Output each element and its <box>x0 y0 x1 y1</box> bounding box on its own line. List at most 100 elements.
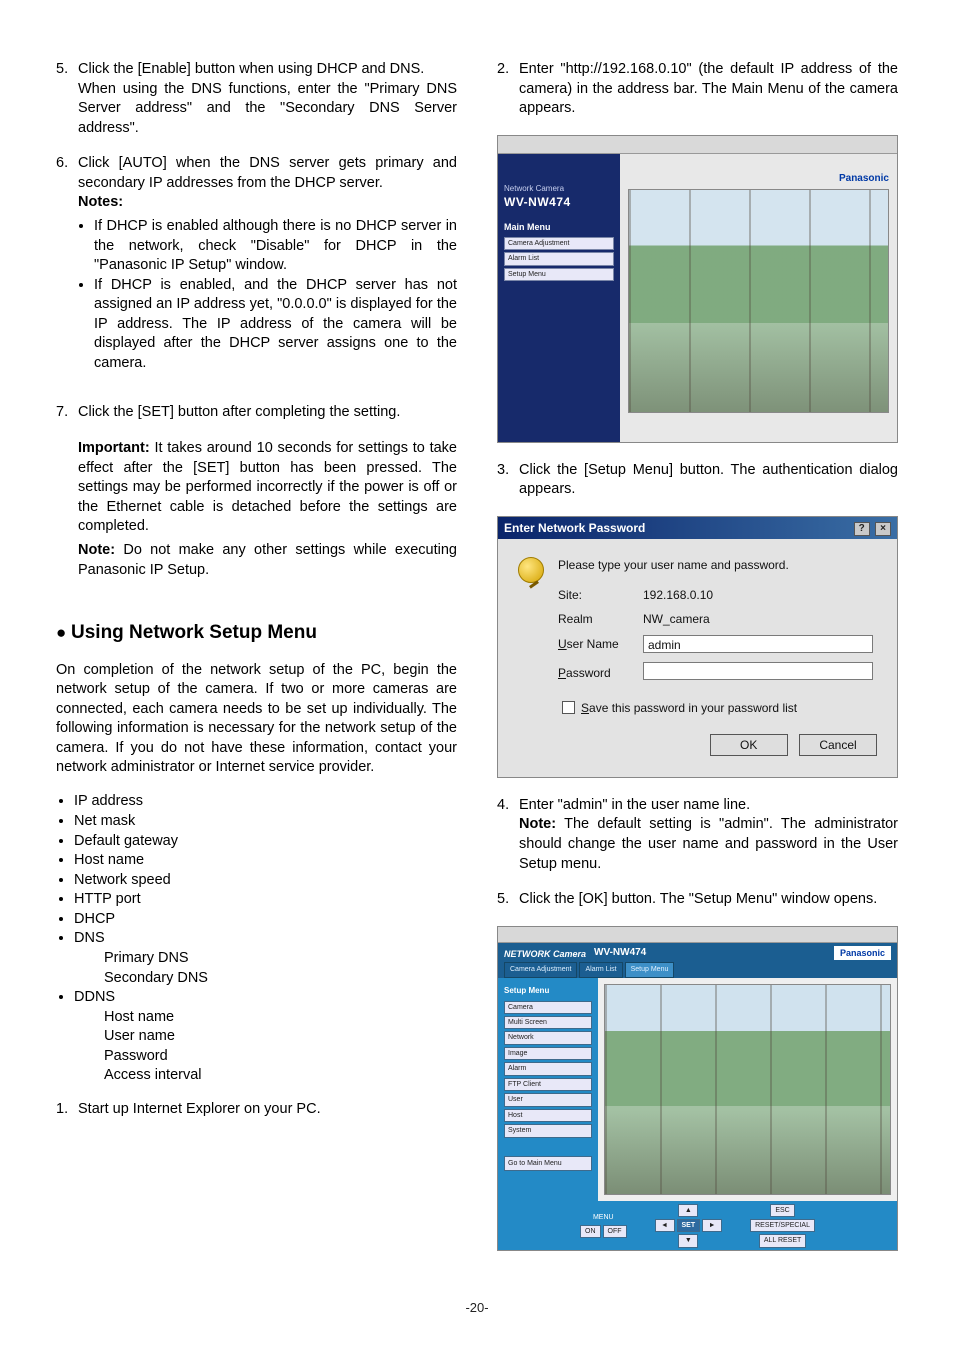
sidebar-btn-alarm-list[interactable]: Alarm List <box>504 252 614 265</box>
step-4-note-text: The default setting is "admin". The admi… <box>519 816 898 871</box>
req-ddns: DDNS Host name User name Password Access… <box>74 988 457 1086</box>
step-3-text: Click the [Setup Menu] button. The authe… <box>519 461 898 500</box>
ctrl-esc[interactable]: ESC <box>770 1204 794 1217</box>
password-input[interactable] <box>643 662 873 680</box>
sidebar-btn-setup-menu[interactable]: Setup Menu <box>504 268 614 281</box>
page-number: -20- <box>56 1299 898 1317</box>
important-label: Important: <box>78 440 150 456</box>
ctrl-on[interactable]: ON <box>580 1225 601 1238</box>
step-5-line-1: Click the [Enable] button when using DHC… <box>78 61 424 77</box>
step-4: 4. Enter "admin" in the user name line. … <box>497 796 898 874</box>
realm-value: NW_camera <box>643 607 877 631</box>
username-input[interactable]: admin <box>643 635 873 653</box>
req-ip: IP address <box>74 792 457 812</box>
section-heading-text: Using Network Setup Menu <box>71 622 317 643</box>
req-dhcp: DHCP <box>74 910 457 930</box>
cancel-button[interactable]: Cancel <box>799 734 877 756</box>
step-7: 7. Click the [SET] button after completi… <box>56 403 457 423</box>
side-btn-user[interactable]: User <box>504 1093 592 1106</box>
side-btn-network[interactable]: Network <box>504 1031 592 1044</box>
side-btn-system[interactable]: System <box>504 1124 592 1137</box>
ctrl-reset[interactable]: RESET/SPECIAL <box>750 1219 815 1232</box>
ctrl-up[interactable]: ▲ <box>678 1204 698 1217</box>
camera-preview-image <box>628 189 889 413</box>
save-password-row[interactable]: Save this password in your password list <box>562 700 877 716</box>
section-intro: On completion of the network setup of th… <box>56 661 457 778</box>
ctrl-right[interactable]: ► <box>702 1219 722 1232</box>
step-text: Click [AUTO] when the DNS server gets pr… <box>78 154 457 387</box>
req-ddns-interval: Access interval <box>104 1066 457 1086</box>
setup-logo: NETWORK Camera <box>504 948 586 960</box>
setup-control-bar: MENU ON OFF ▲ ◄ SET ► ▼ ESC <box>498 1201 897 1251</box>
note-paragraph: Note: Do not make any other settings whi… <box>78 541 457 580</box>
setup-preview-image <box>604 984 891 1195</box>
ctrl-left[interactable]: ◄ <box>655 1219 675 1232</box>
step-number: 2. <box>497 60 519 119</box>
req-speed: Network speed <box>74 871 457 891</box>
step-number: 3. <box>497 461 519 500</box>
notes-label: Notes: <box>78 194 123 210</box>
side-btn-ftp[interactable]: FTP Client <box>504 1078 592 1091</box>
req-http: HTTP port <box>74 890 457 910</box>
setup-main-pane <box>598 978 897 1201</box>
req-netmask: Net mask <box>74 812 457 832</box>
side-btn-alarm[interactable]: Alarm <box>504 1062 592 1075</box>
ctrl-down[interactable]: ▼ <box>678 1234 698 1247</box>
ok-button[interactable]: OK <box>710 734 788 756</box>
req-dns-primary: Primary DNS <box>104 949 457 969</box>
tab-camera-adjustment[interactable]: Camera Adjustment <box>504 962 577 977</box>
ctrl-off[interactable]: OFF <box>603 1225 627 1238</box>
sidebar-model: WV-NW474 <box>504 194 614 210</box>
step-1: 1. Start up Internet Explorer on your PC… <box>56 1100 457 1120</box>
req-dns-label: DNS <box>74 930 105 946</box>
ctrl-set[interactable]: SET <box>677 1219 701 1232</box>
req-ddns-host: Host name <box>104 1008 457 1028</box>
side-btn-main-menu[interactable]: Go to Main Menu <box>504 1156 592 1171</box>
note-label: Note: <box>78 542 115 558</box>
left-column: 5. Click the [Enable] button when using … <box>56 60 457 1269</box>
step-6: 6. Click [AUTO] when the DNS server gets… <box>56 154 457 387</box>
note-text: Do not make any other settings while exe… <box>78 542 457 578</box>
realm-label: Realm <box>558 607 643 631</box>
step-5: 5. Click the [Enable] button when using … <box>56 60 457 138</box>
side-btn-multiscreen[interactable]: Multi Screen <box>504 1016 592 1029</box>
step-4-note-label: Note: <box>519 816 556 832</box>
step-5-right: 5. Click the [OK] button. The "Setup Men… <box>497 890 898 910</box>
step-6-text: Click [AUTO] when the DNS server gets pr… <box>78 155 457 191</box>
step-5-right-text: Click the [OK] button. The "Setup Menu" … <box>519 890 898 910</box>
username-label: User Name <box>558 631 643 657</box>
brand-logo: Panasonic <box>628 172 889 186</box>
step-number: 5. <box>56 60 78 138</box>
side-btn-host[interactable]: Host <box>504 1109 592 1122</box>
browser-toolbar <box>498 136 897 154</box>
close-icon[interactable]: × <box>875 522 891 536</box>
note-bullet-a: If DHCP is enabled although there is no … <box>94 217 457 276</box>
site-label: Site: <box>558 583 643 607</box>
sidebar-main-menu-label: Main Menu <box>504 221 614 233</box>
tab-setup-menu[interactable]: Setup Menu <box>625 962 675 977</box>
screenshot-auth-dialog: Enter Network Password ? × Please type y… <box>497 516 898 778</box>
step-text: Click the [Enable] button when using DHC… <box>78 60 457 138</box>
side-btn-camera[interactable]: Camera <box>504 1001 592 1014</box>
setup-sidebar: Setup Menu Camera Multi Screen Network I… <box>498 978 598 1201</box>
req-ddns-pass: Password <box>104 1047 457 1067</box>
step-4-text: Enter "admin" in the user name line. Not… <box>519 796 898 874</box>
help-icon[interactable]: ? <box>854 522 870 536</box>
section-heading: Using Network Setup Menu <box>56 620 457 646</box>
save-password-checkbox[interactable] <box>562 701 575 714</box>
req-ddns-user: User name <box>104 1027 457 1047</box>
sidebar-btn-camera-adjustment[interactable]: Camera Adjustment <box>504 237 614 250</box>
side-btn-image[interactable]: Image <box>504 1047 592 1060</box>
req-dns-secondary: Secondary DNS <box>104 969 457 989</box>
req-host: Host name <box>74 851 457 871</box>
step-1-text: Start up Internet Explorer on your PC. <box>78 1100 457 1120</box>
req-dns: DNS Primary DNS Secondary DNS <box>74 929 457 988</box>
tab-alarm-list[interactable]: Alarm List <box>579 962 622 977</box>
password-label: Password <box>558 658 643 688</box>
right-column: 2. Enter "http://192.168.0.10" (the defa… <box>497 60 898 1269</box>
step-number: 5. <box>497 890 519 910</box>
camera-sidebar: Network Camera WV-NW474 Main Menu Camera… <box>498 154 620 442</box>
step-number: 4. <box>497 796 519 874</box>
step-2-text: Enter "http://192.168.0.10" (the default… <box>519 60 898 119</box>
ctrl-allreset[interactable]: ALL RESET <box>759 1234 806 1247</box>
